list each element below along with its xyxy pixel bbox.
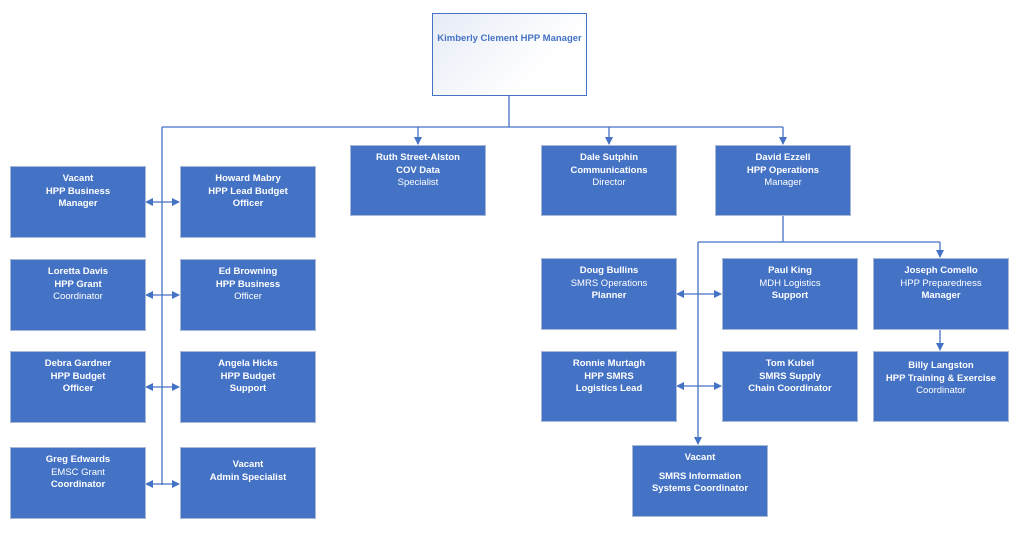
box-line: Communications: [570, 164, 648, 176]
box-line: Paul King: [768, 265, 812, 276]
box-line: HPP Business: [215, 278, 281, 290]
box-line: Vacant: [62, 173, 94, 184]
org-box-paul-king[interactable]: Paul King MDH Logistics Support: [722, 258, 858, 330]
box-line: SMRS Supply: [759, 370, 821, 382]
org-box-angela-hicks[interactable]: Angela Hicks HPP Budget Support: [180, 351, 316, 423]
org-box-howard-mabry[interactable]: Howard Mabry HPP Lead Budget Officer: [180, 166, 316, 238]
box-line: Debra Gardner: [44, 358, 112, 369]
box-line: Manager: [921, 290, 961, 301]
box-line: Greg Edwards: [45, 454, 111, 465]
box-line: Coordinator: [50, 479, 106, 490]
box-line: Billy Langston: [908, 360, 974, 371]
box-line: Logistics Lead: [575, 383, 643, 394]
box-line: Ruth Street-Alston: [376, 152, 460, 163]
box-line: HPP SMRS: [584, 370, 634, 382]
org-box-ed-browning[interactable]: Ed Browning HPP Business Officer: [180, 259, 316, 331]
box-line: Howard Mabry: [215, 173, 281, 184]
box-line: HPP Operations: [746, 164, 820, 176]
box-line: HPP Budget: [220, 370, 276, 382]
box-line: SMRS Operations: [570, 277, 648, 289]
org-box-david-ezzell[interactable]: David Ezzell HPP Operations Manager: [715, 145, 851, 216]
org-box-vacant-admin-specialist[interactable]: Vacant Admin Specialist: [180, 447, 316, 519]
box-line: Tom Kubel: [765, 358, 815, 369]
box-line: COV Data: [396, 164, 440, 176]
box-line: HPP Lead Budget: [208, 185, 288, 197]
box-line: MDH Logistics: [759, 277, 821, 289]
box-line: Coordinator: [53, 291, 103, 302]
box-line: Officer: [62, 383, 94, 394]
box-line: Officer: [232, 198, 264, 209]
box-line: Planner: [591, 290, 627, 301]
box-line: Support: [771, 290, 809, 301]
box-line: Systems Coordinator: [651, 483, 749, 494]
box-line: HPP Grant: [54, 278, 102, 290]
org-box-doug-bullins[interactable]: Doug Bullins SMRS Operations Planner: [541, 258, 677, 330]
box-line: Officer: [234, 291, 262, 302]
box-line: Admin Specialist: [209, 471, 287, 483]
org-box-vacant-smrs-info-systems[interactable]: Vacant SMRS Information Systems Coordina…: [632, 445, 768, 517]
top-manager-title: HPP Manager: [520, 33, 582, 44]
org-box-tom-kubel[interactable]: Tom Kubel SMRS Supply Chain Coordinator: [722, 351, 858, 422]
box-line: Joseph Comello: [904, 265, 978, 276]
org-box-debra-gardner[interactable]: Debra Gardner HPP Budget Officer: [10, 351, 146, 423]
org-box-ruth-street-alston[interactable]: Ruth Street-Alston COV Data Specialist: [350, 145, 486, 216]
box-line: Angela Hicks: [218, 358, 278, 369]
org-box-top-manager[interactable]: Kimberly Clement HPP Manager: [432, 13, 587, 96]
box-line: Manager: [764, 177, 802, 188]
org-box-vacant-business-manager[interactable]: Vacant HPP Business Manager: [10, 166, 146, 238]
box-line: Vacant: [232, 459, 264, 470]
box-line: Ed Browning: [218, 266, 278, 277]
box-line: Vacant: [684, 452, 716, 463]
box-line: Chain Coordinator: [748, 383, 832, 394]
box-line: HPP Preparedness: [900, 277, 982, 289]
org-box-loretta-davis[interactable]: Loretta Davis HPP Grant Coordinator: [10, 259, 146, 331]
box-line: Dale Sutphin: [579, 152, 639, 163]
box-line: Ronnie Murtagh: [572, 358, 646, 369]
box-line: EMSC Grant: [51, 466, 105, 478]
box-line: Coordinator: [916, 385, 966, 396]
box-line: Manager: [58, 198, 98, 209]
box-line: Specialist: [397, 177, 439, 188]
top-manager-name: Kimberly Clement: [437, 33, 519, 44]
box-line: HPP Training & Exercise: [885, 372, 997, 384]
org-box-joseph-comello[interactable]: Joseph Comello HPP Preparedness Manager: [873, 258, 1009, 330]
box-line: SMRS Information: [658, 470, 742, 482]
org-box-greg-edwards[interactable]: Greg Edwards EMSC Grant Coordinator: [10, 447, 146, 519]
org-box-billy-langston[interactable]: Billy Langston HPP Training & Exercise C…: [873, 351, 1009, 422]
org-box-dale-sutphin[interactable]: Dale Sutphin Communications Director: [541, 145, 677, 216]
box-line: David Ezzell: [755, 152, 811, 163]
box-line: Support: [229, 383, 267, 394]
box-line: Loretta Davis: [47, 266, 109, 277]
org-box-ronnie-murtagh[interactable]: Ronnie Murtagh HPP SMRS Logistics Lead: [541, 351, 677, 422]
box-line: HPP Business: [45, 185, 111, 197]
box-line: Director: [592, 177, 626, 188]
box-line: HPP Budget: [50, 370, 106, 382]
box-line: Doug Bullins: [579, 265, 639, 276]
